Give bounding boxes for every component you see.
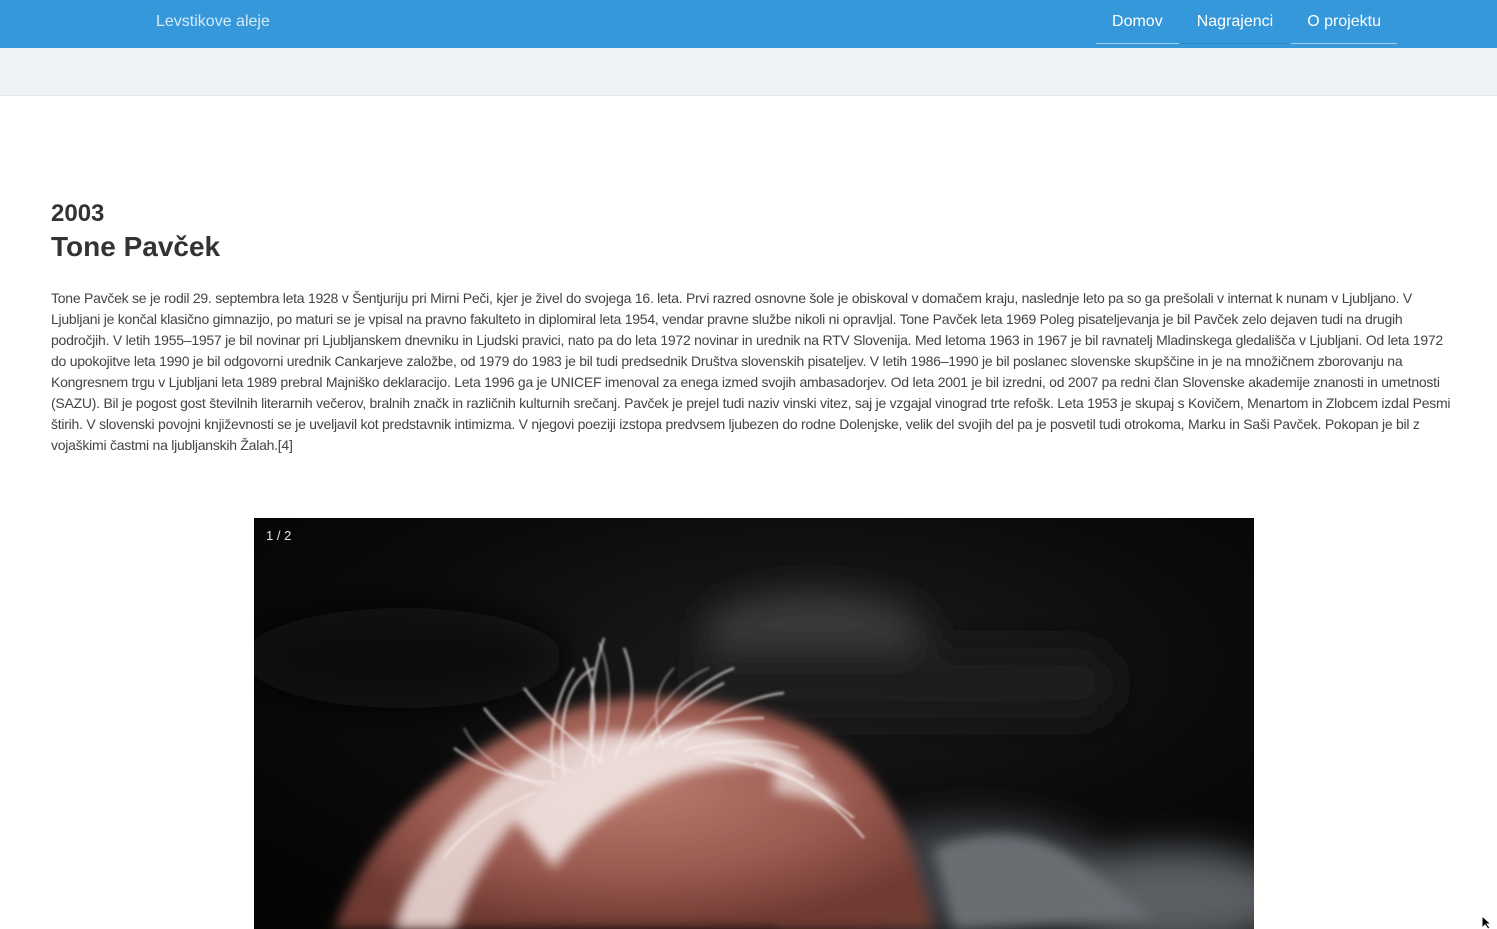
nav-link-nagrajenci[interactable]: Nagrajenci xyxy=(1180,0,1290,44)
awardee-name: Tone Pavček xyxy=(51,231,221,262)
portrait-photo xyxy=(254,518,1254,929)
sub-header-bar xyxy=(0,48,1497,96)
photo-carousel[interactable]: 1 / 2 xyxy=(254,518,1254,929)
awardee-biography: Tone Pavček se je rodil 29. septembra le… xyxy=(51,290,1451,453)
slide-counter: 1 / 2 xyxy=(266,528,292,543)
top-navbar: Levstikove aleje Domov Nagrajenci O proj… xyxy=(0,0,1497,48)
awardee-content: 2003 Tone Pavček Tone Pavček se je rodil… xyxy=(51,200,1457,456)
nav-link-domov[interactable]: Domov xyxy=(1096,0,1179,44)
nav-link-o-projektu[interactable]: O projektu xyxy=(1291,0,1397,44)
mouse-cursor-icon xyxy=(1481,916,1493,929)
main-nav: Domov Nagrajenci O projektu xyxy=(1094,0,1397,44)
brand-link[interactable]: Levstikove aleje xyxy=(156,13,270,31)
award-year: 2003 xyxy=(51,200,105,227)
